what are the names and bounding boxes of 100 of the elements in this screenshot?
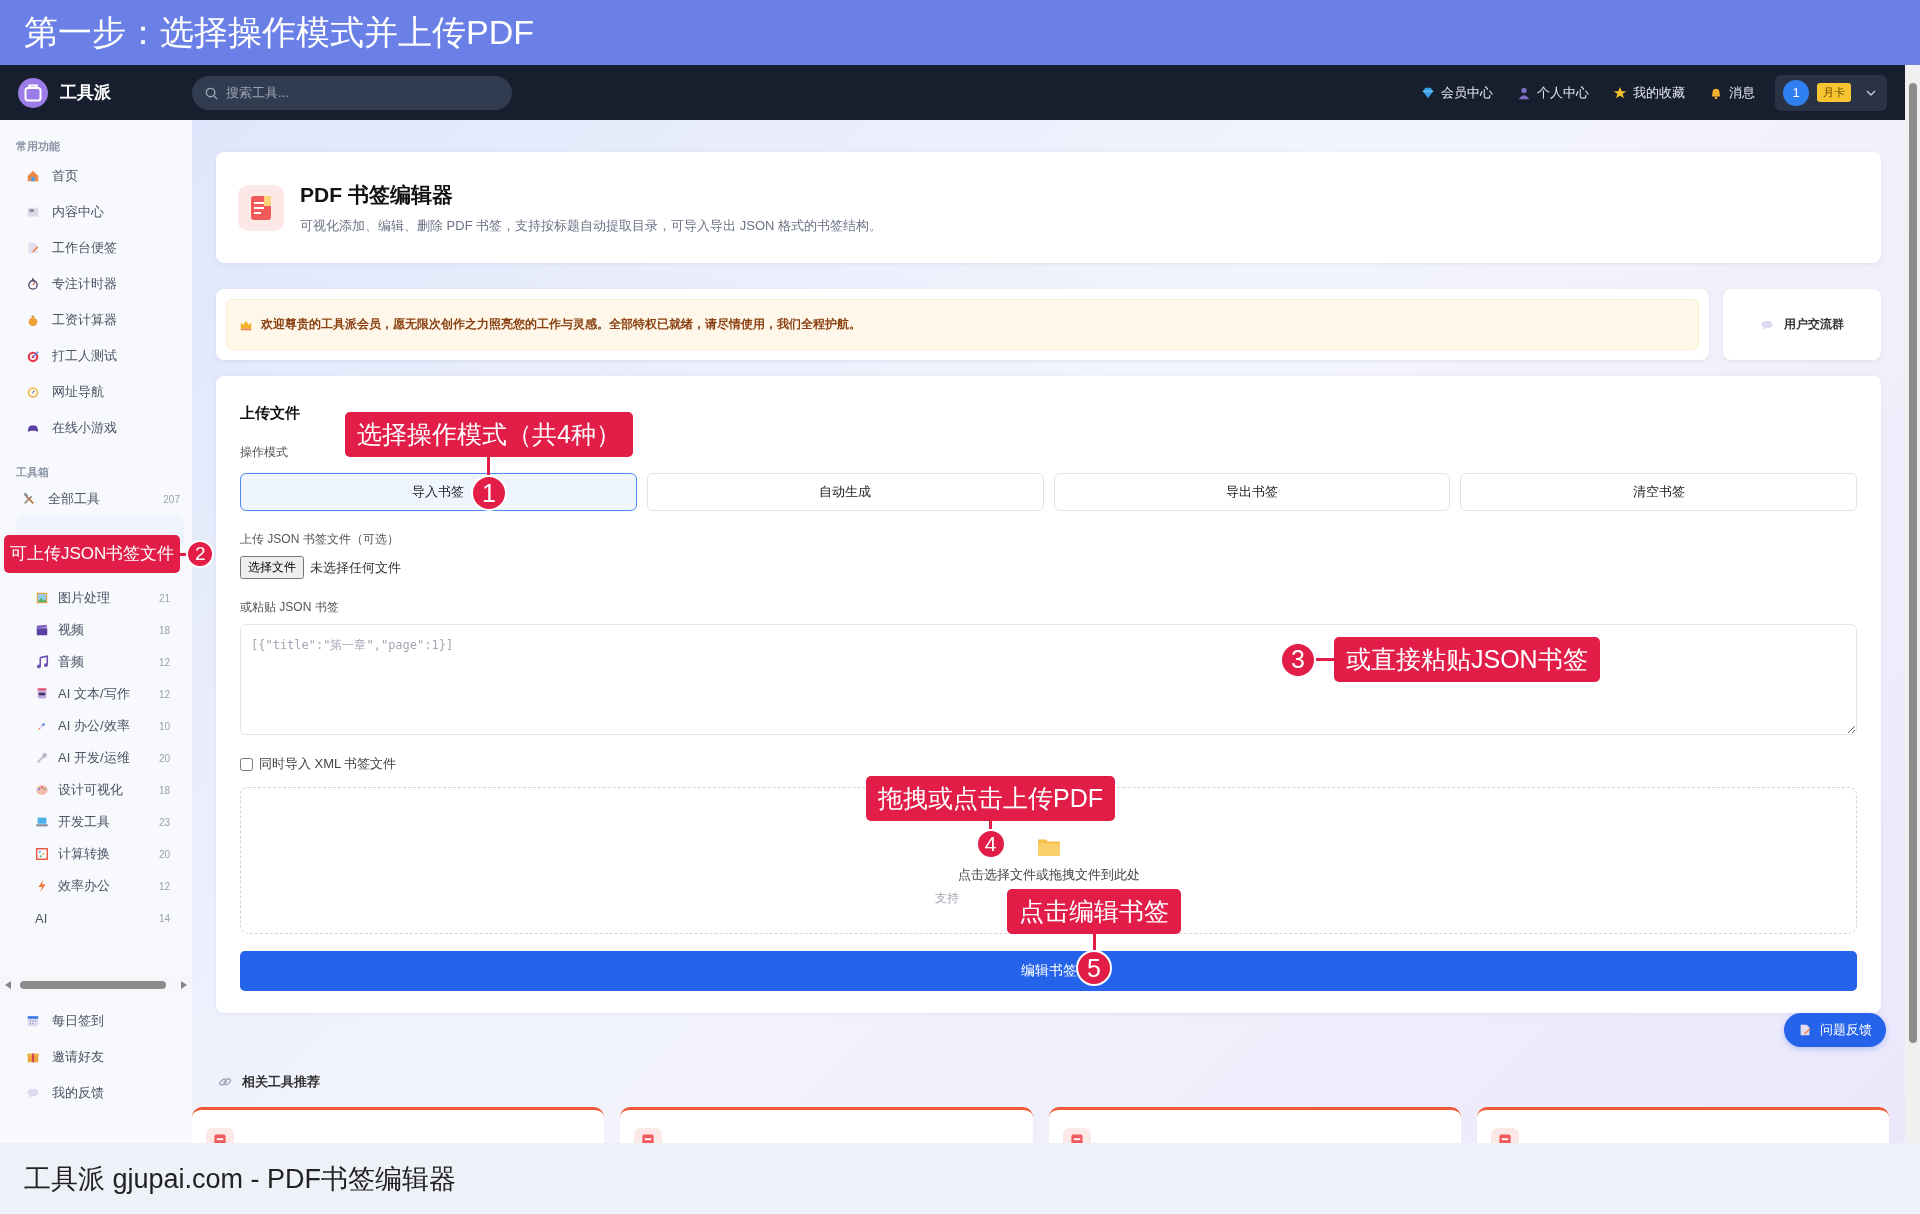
item-count: 20	[158, 848, 170, 860]
sidebar-item[interactable]: 全部工具 207	[0, 484, 192, 514]
note-icon	[26, 241, 40, 255]
caption-text: 工具派 gjupai.com - PDF书签编辑器	[24, 1162, 457, 1196]
drop-zone-text: 点击选择文件或拖拽文件到此处	[957, 866, 1140, 884]
callout-label: 选择操作模式（共4种）	[345, 412, 633, 457]
checkbox-label: 同时导入 XML 书签文件	[259, 755, 397, 773]
stopwatch-icon	[26, 277, 40, 291]
logo-icon	[18, 77, 48, 108]
item-count: 20	[158, 752, 170, 764]
sidebar-item[interactable]: 工资计算器	[0, 302, 192, 338]
brand-name[interactable]: 工具派	[60, 81, 111, 104]
mode-button[interactable]: 清空书签	[1460, 473, 1857, 511]
vertical-scrollbar[interactable]	[1905, 65, 1920, 1143]
sidebar-item[interactable]: 邀请好友	[0, 1039, 192, 1075]
callout-label: 拖拽或点击上传PDF	[866, 776, 1115, 821]
scroll-right-icon	[180, 980, 188, 990]
sidebar-item[interactable]: AI 文本/写作 12	[0, 678, 192, 710]
checkbox[interactable]	[240, 757, 253, 771]
tool-title: PDF 书签编辑器	[300, 181, 454, 208]
sidebar-item[interactable]: 在线小游戏	[0, 410, 192, 446]
membership-badge: 月卡	[1817, 83, 1851, 102]
document-icon	[238, 184, 284, 231]
sidebar-item[interactable]: 我的反馈	[0, 1075, 192, 1111]
callout-label: 或直接粘贴JSON书签	[1334, 637, 1600, 682]
sidebar-item[interactable]: AI 办公/效率 10	[0, 710, 192, 742]
sidebar-item[interactable]: 内容中心	[0, 194, 192, 230]
calendar-icon	[26, 1014, 40, 1028]
diamond-icon	[1421, 85, 1435, 100]
callout-label: 点击编辑书签	[1007, 889, 1181, 934]
sidebar-item[interactable]: 设计可视化 18	[0, 774, 192, 806]
welcome-message: 欢迎尊贵的工具派会员，愿无限次创作之力照亮您的工作与灵感。全部特权已就绪，请尽情使用，我们全程护航。	[261, 316, 861, 333]
tool-description: 可视化添加、编辑、删除 PDF 书签，支持按标题自动提取目录，可导入导出 JSON 格式的书签结构。	[300, 216, 883, 235]
sidebar-item[interactable]: 网址导航	[0, 374, 192, 410]
item-count: 12	[158, 656, 170, 668]
item-count: 12	[158, 880, 170, 892]
sidebar-item[interactable]: 开发工具 23	[0, 806, 192, 838]
field-label: 或粘贴 JSON 书签	[240, 599, 339, 616]
house-icon	[26, 169, 40, 183]
callout-label: 可上传JSON书签文件	[4, 535, 181, 573]
sidebar-item[interactable]: 专注计时器	[0, 266, 192, 302]
section-title: 相关工具推荐	[242, 1073, 320, 1091]
money-bag-icon	[26, 313, 40, 327]
search-icon	[204, 85, 219, 101]
sidebar-item[interactable]: 每日签到	[0, 1003, 192, 1039]
item-count: 21	[158, 592, 170, 604]
sidebar-item[interactable]: 首页	[0, 158, 192, 194]
choose-file-button[interactable]: 选择文件	[240, 556, 304, 579]
picture-icon	[35, 591, 49, 605]
palette-icon	[35, 783, 49, 797]
star-icon	[1613, 85, 1627, 100]
section-heading: 常用功能	[15, 139, 61, 154]
file-status: 未选择任何文件	[310, 558, 401, 577]
robot-icon	[35, 687, 49, 701]
user-menu[interactable]: 1 月卡	[1775, 74, 1887, 111]
item-count: 12	[158, 688, 170, 700]
nav-link[interactable]: 会员中心	[1421, 83, 1493, 102]
item-count: 18	[158, 624, 170, 636]
compass-icon	[26, 385, 40, 399]
nav-link[interactable]: 消息	[1709, 83, 1755, 102]
link-icon	[218, 1075, 232, 1089]
item-count: 207	[163, 493, 180, 505]
sidebar-item[interactable]: 图片处理 21	[0, 582, 192, 614]
avatar[interactable]: 1	[1783, 79, 1809, 106]
target-icon	[26, 349, 40, 363]
newspaper-icon	[26, 205, 40, 219]
leader-line	[1316, 658, 1334, 661]
item-count: 23	[158, 816, 170, 828]
wrench-icon	[35, 751, 49, 765]
search-field[interactable]: 搜索工具...	[192, 75, 512, 110]
field-label: 操作模式	[240, 444, 288, 461]
sidebar-item[interactable]: 计算转换 20	[0, 838, 192, 870]
leader-line	[487, 457, 491, 475]
clapper-icon	[35, 623, 49, 637]
sidebar-item[interactable]: 效率办公 12	[0, 870, 192, 902]
section-title: 上传文件	[240, 404, 301, 423]
nav-link[interactable]: 我的收藏	[1613, 83, 1685, 102]
music-note-icon	[35, 655, 49, 669]
sidebar-item[interactable]: 音频 12	[0, 646, 192, 678]
section-heading: 工具箱	[15, 465, 50, 480]
scroll-left-icon	[4, 980, 12, 990]
sidebar-item[interactable]: 打工人测试	[0, 338, 192, 374]
person-icon	[1517, 85, 1531, 100]
abacus-icon	[35, 847, 49, 861]
sidebar-item[interactable]: AI 14	[0, 902, 192, 934]
feedback-button[interactable]: 问题反馈	[1784, 1013, 1886, 1047]
sidebar-item[interactable]: 工作台便签	[0, 230, 192, 266]
tools-icon	[22, 492, 36, 506]
user-group-button[interactable]: 用户交流群	[1723, 289, 1881, 360]
sidebar-item[interactable]: 视频 18	[0, 614, 192, 646]
field-label: 上传 JSON 书签文件（可选）	[240, 531, 399, 548]
laptop-icon	[35, 815, 49, 829]
note-icon	[1798, 1023, 1812, 1037]
banner-title: 第一步：选择操作模式并上传PDF	[24, 11, 534, 53]
nav-link[interactable]: 个人中心	[1517, 83, 1589, 102]
sidebar-item[interactable]: AI 开发/运维 20	[0, 742, 192, 774]
speech-bubble-icon	[26, 1086, 40, 1100]
item-count: 14	[158, 912, 170, 924]
mode-button[interactable]: 导出书签	[1053, 473, 1451, 511]
mode-button[interactable]: 自动生成	[646, 473, 1044, 511]
